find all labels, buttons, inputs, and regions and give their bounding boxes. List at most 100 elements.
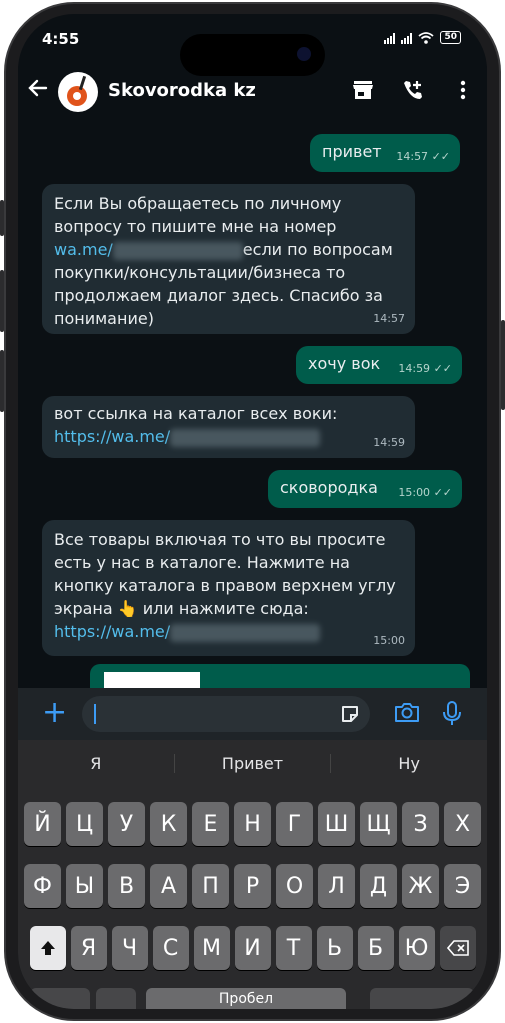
key[interactable]: В xyxy=(108,864,145,908)
redacted-phone xyxy=(112,241,243,260)
message-time: 15:00 xyxy=(398,486,431,499)
incoming-message[interactable]: вот ссылка на каталог всех воки: https:/… xyxy=(42,396,415,458)
contact-avatar[interactable] xyxy=(58,72,98,112)
key[interactable]: М xyxy=(193,926,230,970)
key[interactable]: Щ xyxy=(360,802,397,846)
key[interactable]: Ю xyxy=(398,926,435,970)
read-ticks-icon: ✓✓ xyxy=(431,150,450,163)
status-time: 4:55 xyxy=(42,30,80,48)
key[interactable]: Ь xyxy=(316,926,353,970)
key[interactable]: И xyxy=(234,926,271,970)
message-text: хочу вок xyxy=(308,354,381,373)
outgoing-message[interactable]: сковородка 15:00 ✓✓ xyxy=(268,470,462,508)
add-call-icon[interactable] xyxy=(401,78,425,102)
key[interactable]: А xyxy=(150,864,187,908)
key[interactable]: Ш xyxy=(318,802,355,846)
incoming-message[interactable]: Все товары включая то что вы просите ест… xyxy=(42,520,415,656)
outgoing-message[interactable]: хочу вок 14:59 ✓✓ xyxy=(296,346,462,384)
key[interactable]: Ж xyxy=(402,864,439,908)
plus-icon[interactable]: + xyxy=(42,698,67,728)
key[interactable]: К xyxy=(150,802,187,846)
more-vert-icon[interactable] xyxy=(451,78,475,102)
suggestion-item[interactable]: Привет xyxy=(175,753,332,773)
emoji-key[interactable] xyxy=(96,988,136,1009)
message-time: 14:59 xyxy=(398,362,431,375)
key[interactable]: У xyxy=(108,802,145,846)
message-line: если по вопросам xyxy=(242,240,393,259)
message-time: 14:57 xyxy=(396,150,429,163)
compose-bar: + xyxy=(18,688,487,740)
action-button xyxy=(0,200,4,236)
key-row-3: ЯЧСМИТЬБЮ xyxy=(18,926,487,970)
incoming-message[interactable]: Если Вы обращаетесь по личному вопросу т… xyxy=(42,184,415,334)
return-key[interactable] xyxy=(370,988,474,1009)
keyboard: Я Привет Ну ЙЦУКЕНГШЩЗХ ФЫВАПРОЛДЖЭ ЯЧСМ… xyxy=(18,740,487,1009)
keyboard-bottom-row: Пробел xyxy=(18,988,487,1009)
volume-up-button xyxy=(0,270,4,332)
message-input[interactable] xyxy=(82,696,370,732)
backspace-icon[interactable] xyxy=(439,926,476,970)
key[interactable]: Е xyxy=(192,802,229,846)
key[interactable]: Ф xyxy=(24,864,61,908)
message-line: Все товары включая то что вы просите xyxy=(54,530,386,549)
key[interactable]: Н xyxy=(234,802,271,846)
key[interactable]: Г xyxy=(276,802,313,846)
key-row-2: ФЫВАПРОЛДЖЭ xyxy=(18,864,487,908)
key[interactable]: Р xyxy=(234,864,271,908)
key[interactable]: Л xyxy=(318,864,355,908)
redacted-link xyxy=(170,623,321,642)
contact-name[interactable]: Skovorodka kz xyxy=(108,80,256,101)
outgoing-message[interactable]: привет 14:57 ✓✓ xyxy=(310,134,460,172)
redacted-link xyxy=(170,428,321,447)
mic-icon[interactable] xyxy=(442,701,462,727)
key[interactable]: С xyxy=(152,926,189,970)
key[interactable]: Я xyxy=(70,926,107,970)
message-link[interactable]: https://wa.me/ xyxy=(54,622,170,641)
camera-icon[interactable] xyxy=(394,701,420,723)
message-time: 14:57 xyxy=(373,312,405,325)
message-line: кнопку каталога в правом верхнем углу xyxy=(54,576,396,595)
dynamic-island xyxy=(180,34,325,76)
phone-screen: 4:55 50 Skovorodka kz привет 14:57 ✓✓ Ес… xyxy=(18,14,487,1009)
suggestion-bar: Я Привет Ну xyxy=(18,740,487,786)
back-arrow-icon[interactable] xyxy=(28,76,48,104)
message-time: 15:00 xyxy=(373,634,405,647)
message-line: вопросу то пишите мне на номер xyxy=(54,217,337,236)
key[interactable]: Х xyxy=(444,802,481,846)
key[interactable]: Д xyxy=(360,864,397,908)
key[interactable]: З xyxy=(402,802,439,846)
key[interactable]: Ч xyxy=(111,926,148,970)
numbers-key[interactable] xyxy=(30,988,90,1009)
key[interactable]: Й xyxy=(24,802,61,846)
catalog-store-icon[interactable] xyxy=(351,78,375,102)
volume-down-button xyxy=(0,350,4,412)
message-line: есть у нас в каталоге. Нажмите на xyxy=(54,553,350,572)
cell-signal-icon xyxy=(384,32,396,44)
key[interactable]: Э xyxy=(444,864,481,908)
wifi-icon xyxy=(418,31,435,44)
message-link[interactable]: wa.me/ xyxy=(54,240,113,259)
key[interactable]: П xyxy=(192,864,229,908)
key[interactable]: Б xyxy=(357,926,394,970)
message-link[interactable]: https://wa.me/ xyxy=(54,427,170,446)
key[interactable]: Т xyxy=(275,926,312,970)
read-ticks-icon: ✓✓ xyxy=(433,362,452,375)
suggestion-item[interactable]: Ну xyxy=(331,754,487,773)
message-text: сковородка xyxy=(280,478,378,497)
key[interactable]: О xyxy=(276,864,313,908)
message-list: привет 14:57 ✓✓ Если Вы обращаетесь по л… xyxy=(18,118,487,694)
space-key[interactable]: Пробел xyxy=(146,988,346,1009)
message-line: вот ссылка на каталог всех воки: xyxy=(54,404,338,423)
sticker-icon[interactable] xyxy=(340,704,360,724)
suggestion-item[interactable]: Я xyxy=(18,753,175,773)
cell-signal-2-icon xyxy=(401,32,413,44)
key[interactable]: Ц xyxy=(66,802,103,846)
text-caret xyxy=(94,704,96,724)
read-ticks-icon: ✓✓ xyxy=(433,486,452,499)
battery-indicator: 50 xyxy=(440,31,461,44)
message-line: Если Вы обращаетесь по личному xyxy=(54,194,342,213)
shift-icon[interactable] xyxy=(29,926,66,970)
key[interactable]: Ы xyxy=(66,864,103,908)
message-line: экрана 👆 или нажмите сюда: xyxy=(54,599,309,618)
key-row-1: ЙЦУКЕНГШЩЗХ xyxy=(18,802,487,846)
